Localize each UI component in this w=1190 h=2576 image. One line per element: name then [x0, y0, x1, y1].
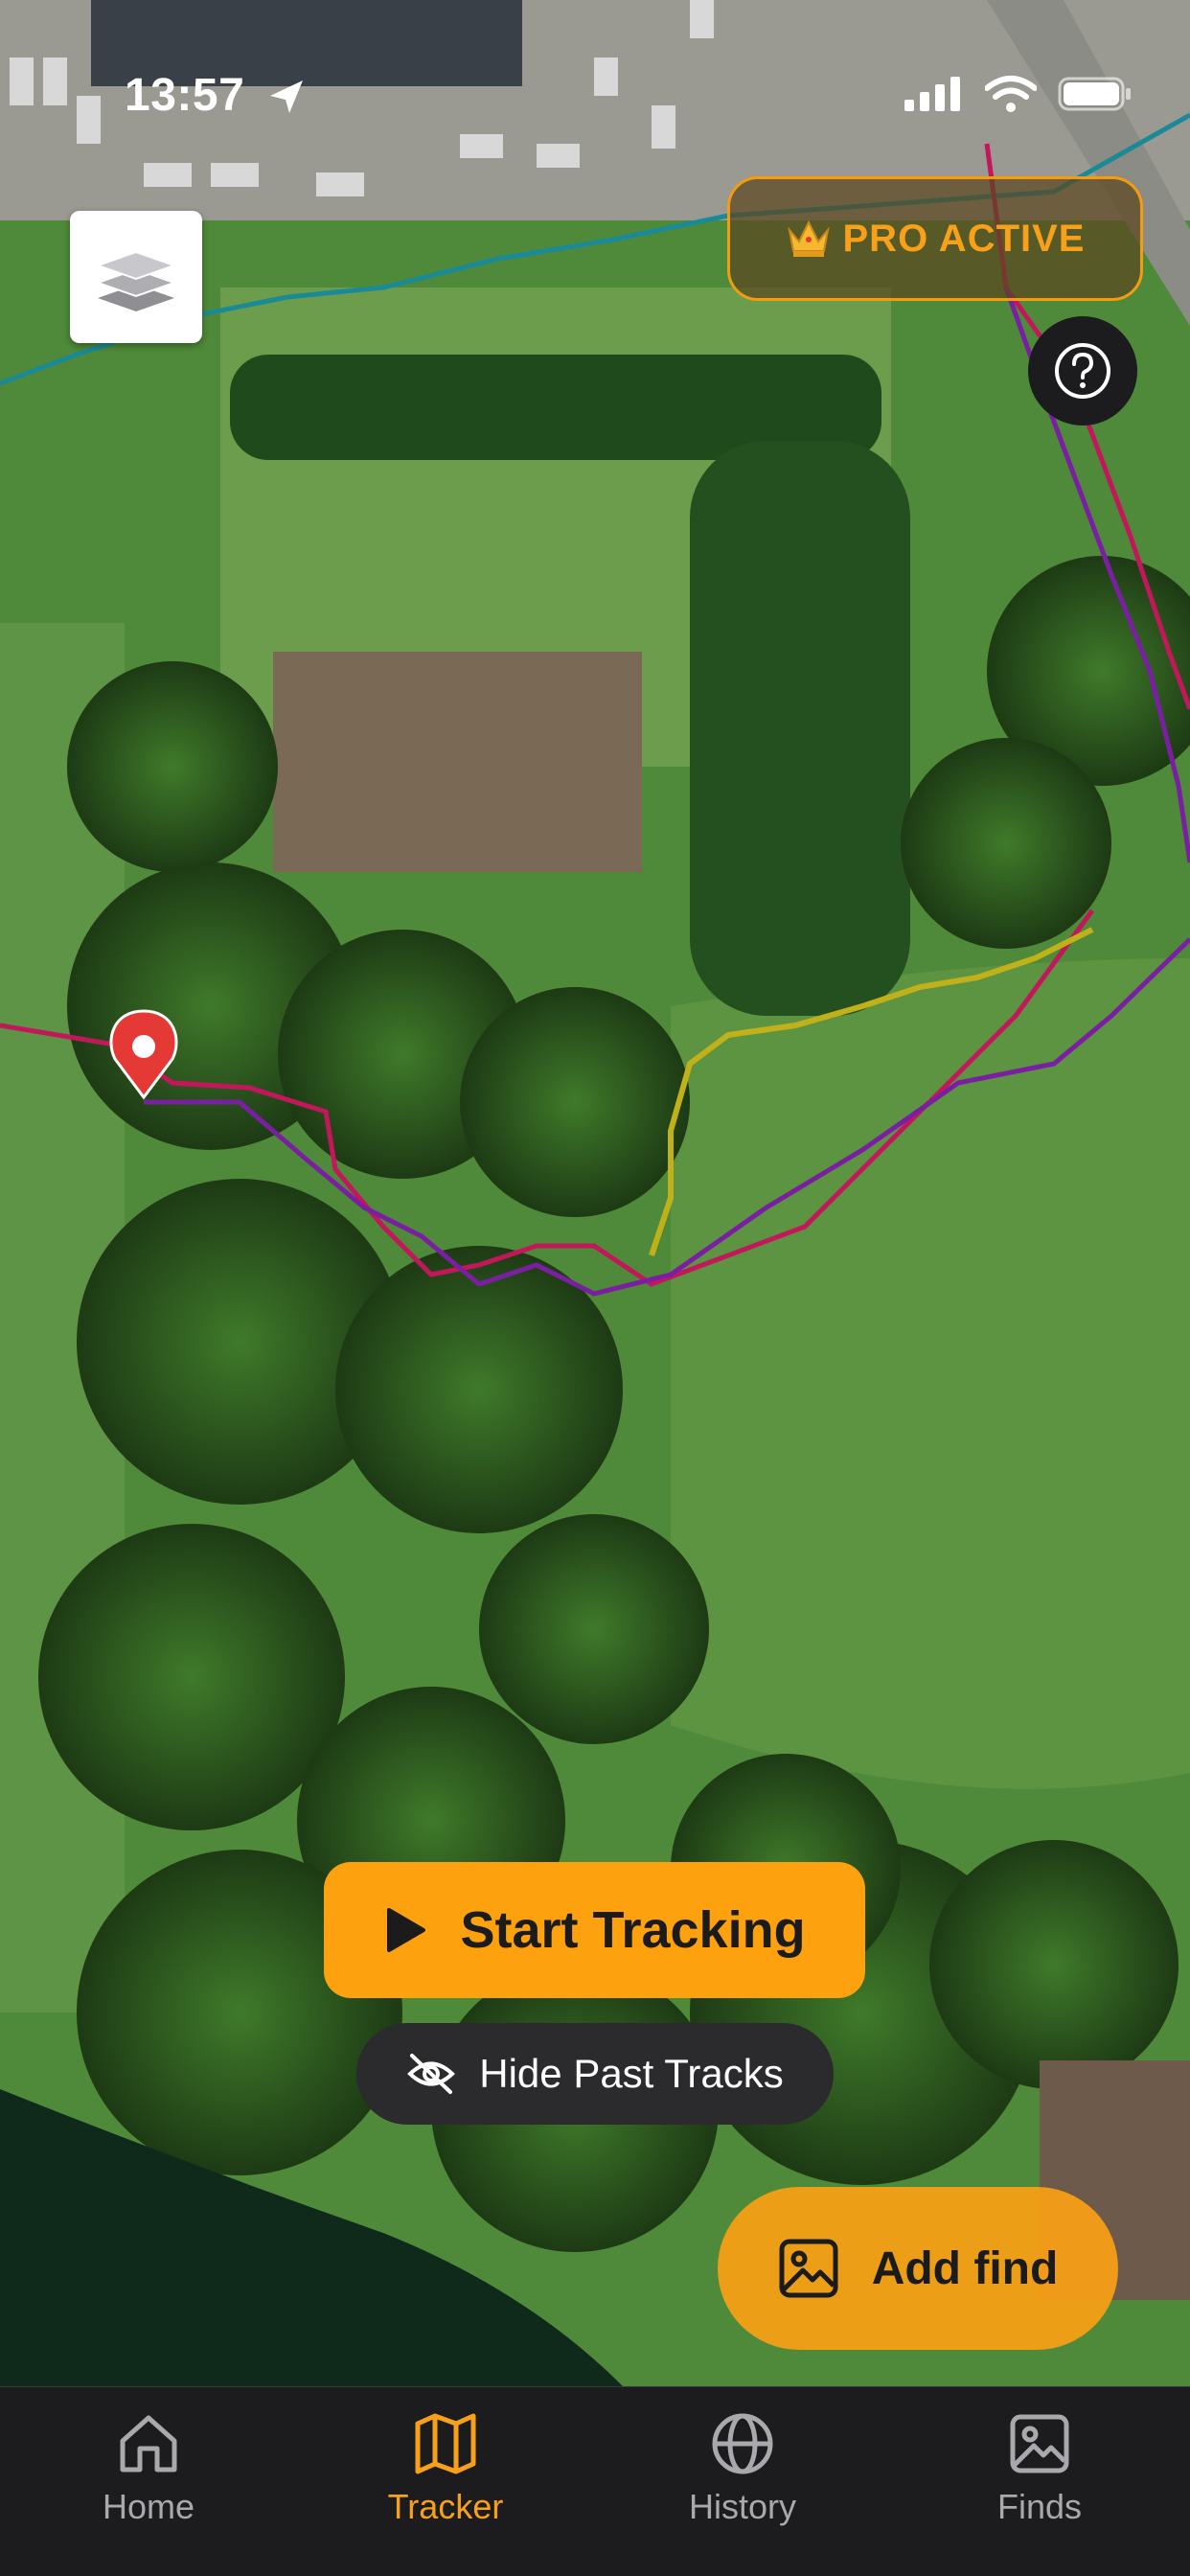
- start-tracking-label: Start Tracking: [460, 1901, 806, 1959]
- tab-history-label: History: [688, 2487, 796, 2526]
- eye-off-icon: [407, 2054, 456, 2094]
- pro-active-badge[interactable]: PRO ACTIVE: [727, 176, 1143, 301]
- globe-icon: [712, 2413, 773, 2474]
- image-icon: [779, 2239, 838, 2298]
- pro-active-label: PRO ACTIVE: [842, 217, 1086, 260]
- hide-past-tracks-label: Hide Past Tracks: [479, 2051, 784, 2096]
- tab-finds-label: Finds: [996, 2487, 1083, 2526]
- tab-tracker-label: Tracker: [387, 2487, 504, 2526]
- question-icon: [1055, 343, 1110, 399]
- location-arrow-icon: [270, 80, 303, 113]
- add-find-button[interactable]: Add find: [718, 2187, 1118, 2350]
- tab-history[interactable]: History: [594, 2387, 891, 2576]
- tab-finds[interactable]: Finds: [891, 2387, 1188, 2576]
- play-icon: [387, 1908, 426, 1952]
- home-icon: [120, 2415, 177, 2472]
- tab-home-label: Home: [102, 2487, 195, 2526]
- wifi-icon: [985, 76, 1037, 112]
- battery-icon: [1058, 77, 1131, 111]
- help-button[interactable]: [1028, 316, 1137, 426]
- layers-button[interactable]: [70, 211, 202, 343]
- add-find-label: Add find: [871, 2242, 1059, 2294]
- tab-tracker[interactable]: Tracker: [297, 2387, 594, 2576]
- cellular-signal-icon: [904, 77, 960, 111]
- status-time: 13:57: [125, 70, 245, 121]
- tree-cluster: [690, 441, 910, 1016]
- layers-icon: [94, 250, 178, 311]
- status-bar: 13:57: [0, 0, 1190, 125]
- crown-icon: [787, 219, 830, 257]
- tab-home[interactable]: Home: [0, 2387, 297, 2576]
- map-icon: [415, 2413, 476, 2474]
- image-icon: [1010, 2414, 1069, 2473]
- grass-field-east: [671, 958, 1190, 1789]
- hide-past-tracks-button[interactable]: Hide Past Tracks: [356, 2023, 834, 2125]
- start-tracking-button[interactable]: Start Tracking: [324, 1862, 865, 1998]
- brown-plot: [273, 652, 642, 872]
- tab-bar: Home Tracker History Finds: [0, 2386, 1190, 2576]
